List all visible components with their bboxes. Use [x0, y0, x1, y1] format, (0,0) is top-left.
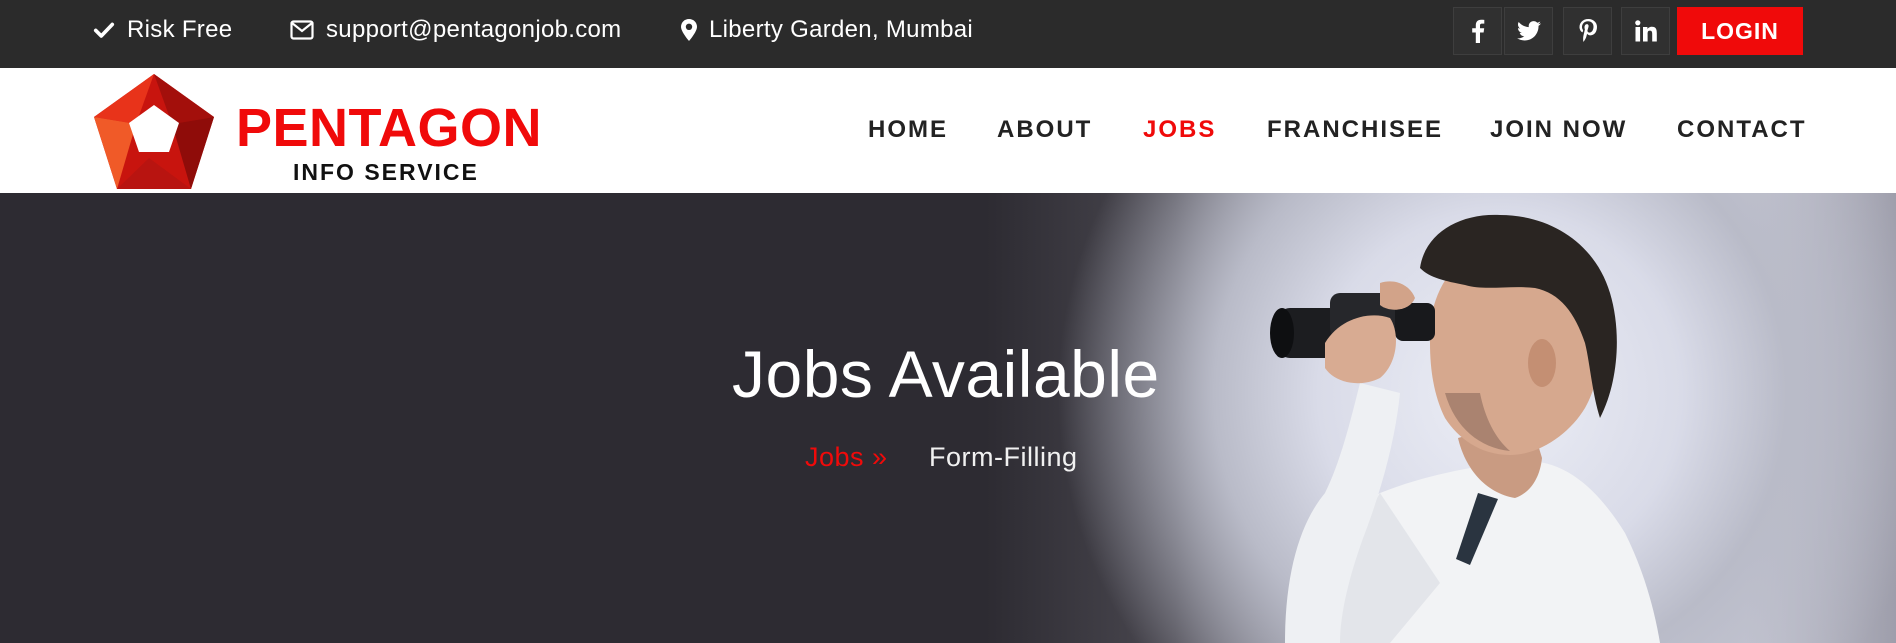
linkedin-icon: [1634, 20, 1657, 42]
email-link[interactable]: support@pentagonjob.com: [326, 16, 621, 44]
risk-free-info: Risk Free: [93, 0, 232, 60]
checkmark-icon: [93, 22, 115, 38]
nav-about[interactable]: ABOUT: [997, 116, 1092, 144]
pinterest-button[interactable]: [1563, 7, 1612, 55]
hero-banner: [0, 193, 1896, 643]
linkedin-button[interactable]: [1621, 7, 1670, 55]
logo-subtitle: INFO SERVICE: [293, 159, 479, 185]
location-info: Liberty Garden, Mumbai: [681, 0, 973, 60]
facebook-button[interactable]: [1453, 7, 1502, 55]
facebook-icon: [1471, 19, 1484, 43]
logo-title: PENTAGON: [236, 98, 543, 158]
nav-contact[interactable]: CONTACT: [1677, 116, 1807, 144]
login-button[interactable]: LOGIN: [1677, 7, 1803, 55]
nav-join-now[interactable]: JOIN NOW: [1490, 116, 1627, 144]
hero-title: Jobs Available: [732, 337, 1160, 411]
map-marker-icon: [681, 19, 697, 41]
pentagon-logo-icon: [94, 74, 214, 189]
pinterest-icon: [1579, 19, 1597, 42]
logo[interactable]: PENTAGON INFO SERVICE: [92, 72, 542, 192]
nav-jobs[interactable]: JOBS: [1143, 116, 1216, 144]
nav-home[interactable]: HOME: [868, 116, 948, 144]
man-with-binoculars-image: [1270, 214, 1660, 643]
breadcrumb-jobs-link[interactable]: Jobs »: [805, 441, 888, 473]
location-text: Liberty Garden, Mumbai: [709, 16, 974, 43]
nav-franchisee[interactable]: FRANCHISEE: [1267, 116, 1443, 144]
twitter-icon: [1516, 21, 1541, 41]
risk-free-text: Risk Free: [127, 16, 233, 43]
envelope-icon: [290, 20, 314, 40]
twitter-button[interactable]: [1504, 7, 1553, 55]
email-info[interactable]: support@pentagonjob.com: [290, 0, 621, 60]
breadcrumb-current: Form-Filling: [929, 442, 1078, 472]
top-bar: Risk Free support@pentagonjob.com Libert…: [0, 0, 1896, 68]
